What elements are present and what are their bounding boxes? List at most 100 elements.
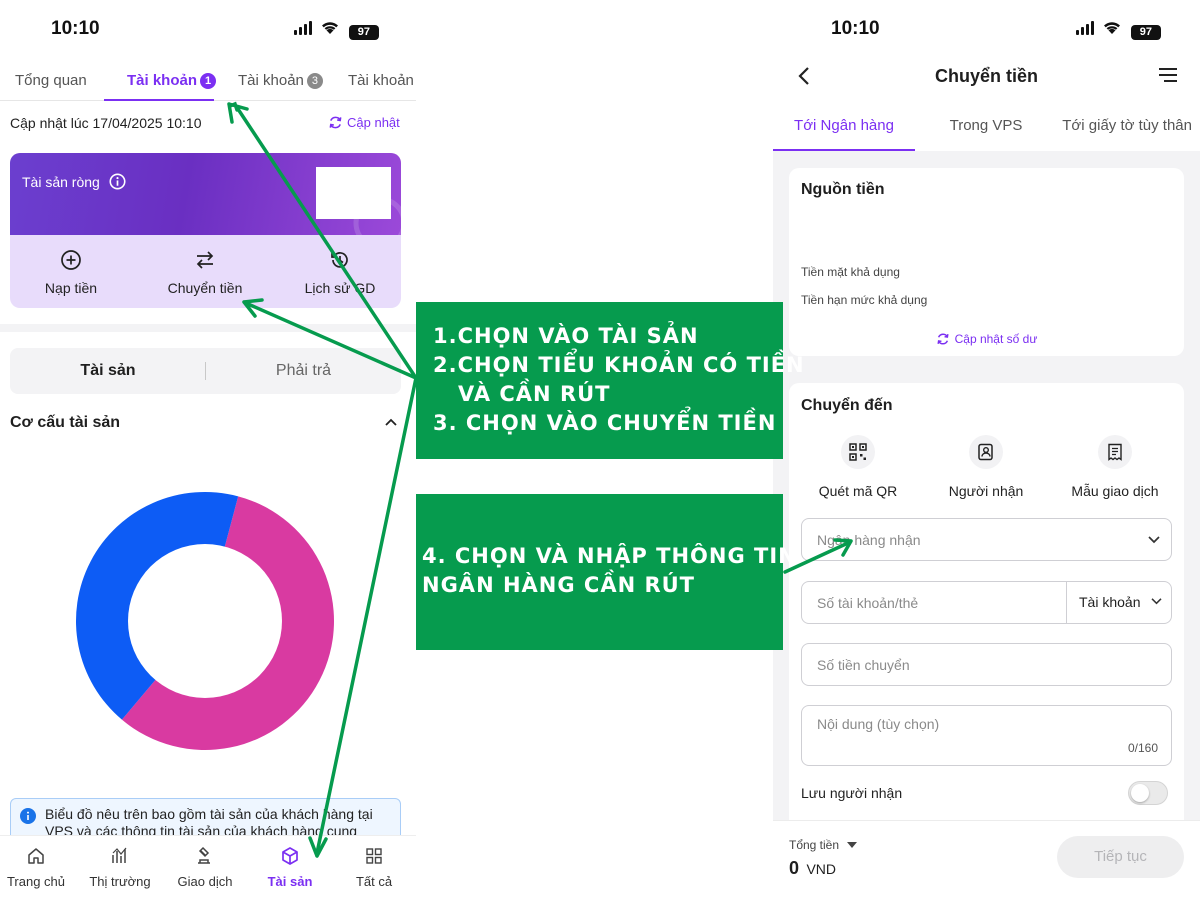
nav-home[interactable]: Trang chủ [1, 846, 71, 889]
donut-hole [128, 544, 282, 698]
account-type-select[interactable]: Tài khoản [1079, 594, 1163, 610]
total-amount-toggle[interactable]: Tổng tiền [789, 838, 858, 852]
scan-qr-button[interactable]: Quét mã QR [798, 435, 918, 499]
wifi-icon [322, 22, 339, 34]
account-number-placeholder: Số tài khoản/thẻ [817, 595, 919, 611]
battery-indicator: 97 [1130, 25, 1161, 40]
segment-liabilities[interactable]: Phải trả [206, 348, 401, 394]
instruction-line-5: 4. Chọn và nhập thông tin [422, 544, 797, 568]
nav-market[interactable]: Thị trường [85, 846, 155, 889]
history-icon [331, 252, 348, 268]
left-phone-screen: 10:10 97 Tổng quan Tài khoản 1 Tài khoản 3… [0, 0, 416, 900]
account-type-label: Tài khoản [1079, 594, 1141, 610]
section-spacer [0, 324, 416, 332]
refresh-icon [329, 116, 342, 129]
status-icons: 97 [1076, 20, 1161, 40]
available-limit-label: Tiền hạn mức khả dụng [801, 293, 928, 307]
info-text-line-1: Biểu đồ nêu trên bao gồm tài sản của khá… [45, 806, 373, 822]
net-asset-header: Tài sản ròng [10, 153, 401, 235]
instruction-line-1: 1.Chọn vào tài sản [433, 324, 699, 348]
contact-icon [978, 443, 993, 461]
toggle-knob [1131, 784, 1149, 802]
instruction-box-steps-1-3: 1.Chọn vào tài sản 2.Chọn tiểu khoản có … [416, 302, 804, 459]
tab-to-id-document[interactable]: Tới giấy tờ tùy thân [1057, 117, 1200, 134]
save-recipient-toggle[interactable] [1128, 781, 1168, 805]
market-icon [112, 847, 127, 863]
tab-label: Tài khoản [238, 72, 304, 89]
status-time: 10:10 [831, 18, 880, 39]
transfer-content-field[interactable]: Nội dung (tùy chọn) 0/160 [801, 705, 1172, 766]
home-icon [28, 848, 44, 864]
transfer-content-placeholder: Nội dung (tùy chọn) [817, 716, 940, 732]
chevron-up-icon[interactable] [384, 417, 398, 427]
instruction-line-4: 3. Chọn vào chuyển tiền [433, 411, 777, 435]
tab-within-vps[interactable]: Trong VPS [915, 117, 1057, 134]
refresh-balance-button[interactable]: Cập nhật số dư [789, 332, 1184, 346]
transfer-button[interactable]: Chuyển tiền [145, 249, 265, 296]
asset-structure-title: Cơ cấu tài sản [10, 414, 121, 431]
history-button[interactable]: Lịch sử GD [280, 249, 400, 296]
scan-qr-label: Quét mã QR [818, 483, 898, 499]
asset-structure-donut [76, 492, 334, 750]
plus-circle-icon [61, 250, 81, 270]
wifi-icon [1104, 22, 1121, 34]
tab-account-3[interactable]: Tài khoản 3 [238, 72, 323, 89]
nav-label: Tài sản [267, 874, 313, 889]
recipient-icon-wrap [969, 435, 1003, 469]
signal-icon [1076, 21, 1094, 35]
deposit-label: Nạp tiền [44, 280, 98, 296]
recipient-button[interactable]: Người nhận [926, 435, 1046, 499]
template-icon-wrap [1098, 435, 1132, 469]
nav-asset[interactable]: Tài sản [255, 846, 325, 889]
refresh-icon [937, 333, 949, 345]
tab-overview[interactable]: Tổng quan [15, 72, 87, 89]
page-title: Chuyển tiền [934, 66, 1038, 86]
receiving-bank-placeholder: Ngân hàng nhận [817, 532, 921, 548]
last-update-text: Cập nhật lúc 17/04/2025 10:10 [10, 115, 202, 131]
hidden-balance-box [316, 167, 391, 219]
tab-to-bank[interactable]: Tới Ngân hàng [773, 117, 915, 134]
bottom-navigation: Trang chủ Thị trường Giao dịch Tài sản T… [0, 835, 416, 900]
asset-icon [282, 847, 298, 865]
chevron-down-icon [1148, 536, 1160, 544]
net-asset-card: Tài sản ròng Nạp tiền Chuyển tiền Lịch s… [10, 153, 401, 308]
continue-button[interactable]: Tiếp tục [1057, 836, 1184, 878]
nav-trade[interactable]: Giao dịch [170, 846, 240, 889]
refresh-label: Cập nhật [347, 115, 400, 130]
amount-placeholder: Số tiền chuyển [817, 657, 910, 673]
status-icons: 97 [294, 20, 379, 40]
template-label: Mẫu giao dịch [1071, 483, 1159, 499]
receiving-bank-select[interactable]: Ngân hàng nhận [801, 518, 1172, 561]
net-asset-label: Tài sản ròng [22, 173, 126, 190]
footer-bar: Tổng tiền 0 VND Tiếp tục [773, 820, 1200, 900]
grid-icon [366, 848, 382, 864]
instruction-line-6: ngân hàng cần rút [422, 573, 695, 597]
nav-label: Thị trường [89, 874, 151, 889]
amount-field[interactable]: Số tiền chuyển [801, 643, 1172, 686]
source-card: Nguồn tiền Tiền mặt khả dụng Tiền hạn mứ… [789, 168, 1184, 356]
refresh-button[interactable]: Cập nhật [328, 115, 400, 130]
instruction-box-step-4: 4. Chọn và nhập thông tin ngân hàng cần … [416, 494, 796, 650]
info-icon[interactable] [109, 173, 126, 190]
tab-account-more[interactable]: Tài khoản [348, 72, 414, 89]
receipt-icon [1108, 443, 1122, 461]
deposit-button[interactable]: Nạp tiền [11, 249, 131, 296]
segment-assets[interactable]: Tài sản [10, 348, 206, 394]
tab-active-indicator [104, 99, 214, 101]
transaction-template-button[interactable]: Mẫu giao dịch [1055, 435, 1175, 499]
asset-liability-toggle: Tài sản Phải trả [10, 348, 401, 394]
tab-account-1[interactable]: Tài khoản 1 [127, 72, 217, 89]
tab-label: Tài khoản [348, 72, 414, 89]
destination-title: Chuyển đến [801, 397, 893, 414]
qr-icon-wrap [841, 435, 875, 469]
total-label: Tổng tiền [789, 838, 840, 852]
menu-icon[interactable] [1158, 67, 1178, 83]
refresh-balance-label: Cập nhật số dư [954, 332, 1038, 346]
instruction-line-3: và cần rút [458, 382, 611, 406]
signal-icon [294, 21, 312, 35]
nav-all[interactable]: Tất cả [339, 846, 409, 889]
qr-icon [849, 443, 867, 461]
battery-indicator: 97 [348, 25, 379, 40]
chevron-down-icon [1151, 598, 1162, 605]
tab-active-indicator [773, 149, 915, 151]
